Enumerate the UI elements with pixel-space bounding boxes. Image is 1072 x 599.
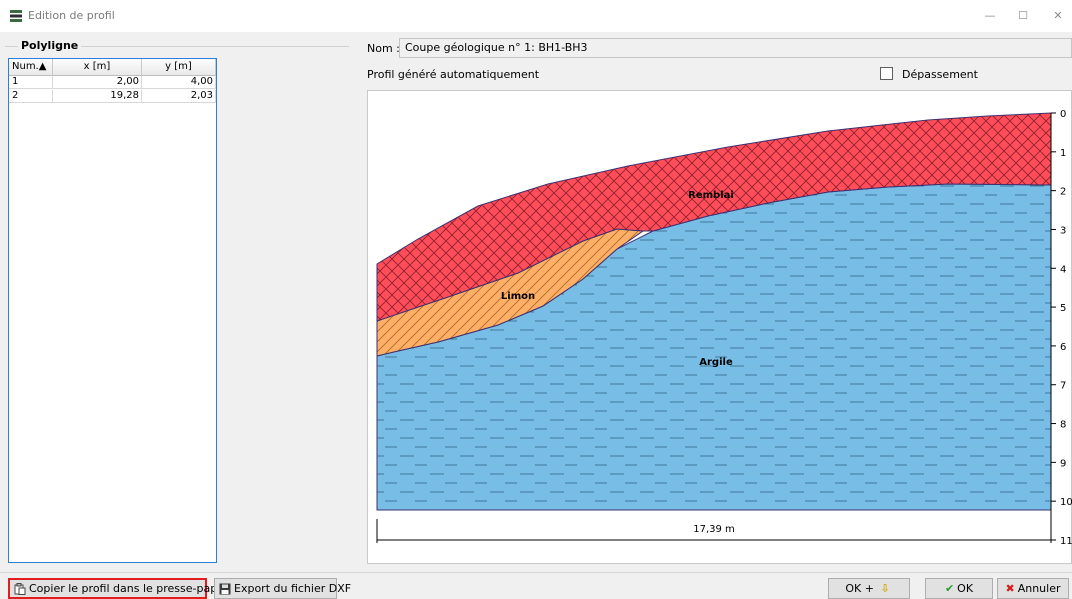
title-bar: Edition de profil — ☐ ✕: [0, 0, 1072, 32]
ok-plus-label: OK +: [845, 582, 874, 595]
profile-caption: Profil généré automatiquement: [367, 68, 540, 81]
table-row[interactable]: 1 2,00 4,00: [9, 76, 216, 89]
checkmark-icon: ✔: [944, 582, 955, 595]
cell-x[interactable]: 19,28: [53, 90, 142, 103]
depth-tick-label: 10: [1060, 497, 1072, 508]
red-x-icon: ✖: [1005, 582, 1015, 595]
depth-ticks: 0 1 2 3 4 5 6 7 8 9 10 11: [1051, 109, 1072, 547]
window-title: Edition de profil: [28, 9, 115, 22]
depth-tick-label: 4: [1060, 264, 1066, 275]
bottom-divider: [0, 572, 1072, 573]
grid-header: Num.▲ x [m] y [m]: [9, 59, 216, 76]
depth-tick-label: 0: [1060, 109, 1066, 120]
depth-tick-label: 5: [1060, 303, 1066, 314]
width-dimension-label: 17,39 m: [693, 524, 735, 535]
cell-num[interactable]: 2: [9, 90, 53, 103]
depth-tick-label: 11: [1060, 536, 1072, 547]
export-dxf-label: Export du fichier DXF: [234, 582, 352, 595]
label-remblai: Remblai: [688, 190, 734, 201]
cell-y[interactable]: 2,03: [142, 90, 216, 103]
depth-tick-label: 1: [1060, 148, 1066, 159]
ok-label: OK: [957, 582, 974, 595]
depth-tick-label: 6: [1060, 342, 1066, 353]
export-dxf-button[interactable]: Export du fichier DXF: [214, 578, 351, 599]
table-row[interactable]: 2 19,28 2,03: [9, 90, 216, 103]
depth-tick-label: 7: [1060, 381, 1066, 392]
depth-tick-label: 9: [1060, 458, 1066, 469]
maximize-button[interactable]: ☐: [1013, 6, 1033, 26]
close-button[interactable]: ✕: [1048, 6, 1068, 26]
polyline-grid[interactable]: Num.▲ x [m] y [m] 1 2,00 4,00 2 19,28 2,…: [8, 58, 217, 563]
app-layers-icon: [10, 10, 22, 22]
nom-label: Nom :: [367, 42, 400, 55]
cancel-button[interactable]: ✖ Annuler: [997, 578, 1069, 599]
clipboard-icon: [14, 583, 26, 595]
cancel-label: Annuler: [1017, 582, 1061, 595]
arrow-down-icon: ⇩: [880, 582, 890, 595]
depth-tick-label: 2: [1060, 187, 1066, 198]
ok-button[interactable]: ✔ OK: [925, 578, 993, 599]
polyline-group-title: Polyligne: [18, 39, 82, 52]
depth-tick-label: 3: [1060, 225, 1066, 236]
copy-profile-button[interactable]: Copier le profil dans le presse-papier: [8, 578, 232, 599]
cell-num[interactable]: 1: [9, 76, 53, 89]
depth-tick-label: 8: [1060, 420, 1066, 431]
header-x[interactable]: x [m]: [53, 59, 142, 76]
nom-field[interactable]: Coupe géologique n° 1: BH1-BH3: [399, 38, 1072, 58]
depassement-checkbox[interactable]: [880, 67, 893, 80]
depassement-label[interactable]: Dépassement: [902, 68, 978, 81]
header-num[interactable]: Num.▲: [9, 59, 53, 76]
ok-plus-button[interactable]: OK + ⇩: [828, 578, 910, 599]
profile-canvas[interactable]: Remblai Limon Argile 0 1 2 3 4 5 6 7 8 9 10 11 17,3…: [367, 90, 1072, 564]
floppy-disk-icon: [219, 583, 231, 595]
copy-profile-label: Copier le profil dans le presse-papier: [29, 582, 232, 595]
minimize-button[interactable]: —: [980, 6, 1000, 26]
label-limon: Limon: [501, 291, 535, 302]
label-argile: Argile: [699, 357, 733, 368]
cell-y[interactable]: 4,00: [142, 76, 216, 89]
profile-svg: Remblai Limon Argile 0 1 2 3 4 5 6 7 8 9 10 11 17,3…: [376, 109, 1072, 547]
cell-x[interactable]: 2,00: [53, 76, 142, 89]
header-y[interactable]: y [m]: [142, 59, 216, 76]
